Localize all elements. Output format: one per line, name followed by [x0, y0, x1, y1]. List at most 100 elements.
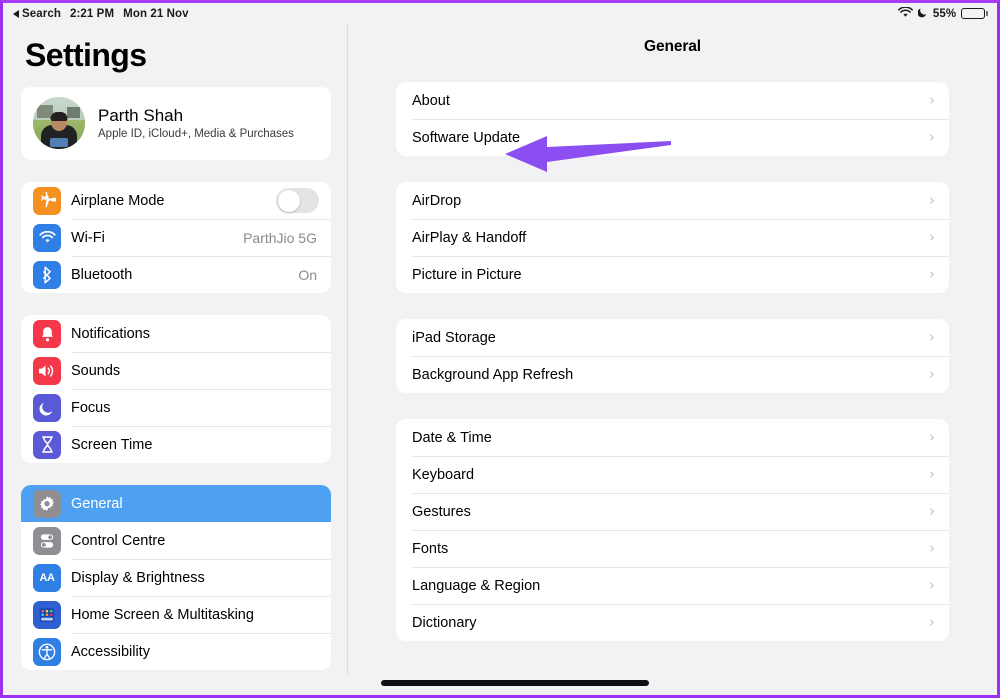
detail-row-label: Picture in Picture [412, 266, 522, 283]
detail-row-software-update[interactable]: Software Update › [396, 119, 949, 156]
home-indicator-area [3, 675, 997, 695]
chevron-right-icon: › [929, 228, 935, 246]
profile-name: Parth Shah [98, 106, 184, 125]
sidebar-item-general[interactable]: General [21, 485, 331, 522]
battery-icon [961, 7, 988, 20]
sidebar-item-label: Airplane Mode [71, 192, 165, 209]
detail-row-label: Date & Time [412, 429, 492, 446]
accessibility-icon [33, 637, 61, 666]
detail-row-label: AirDrop [412, 192, 462, 209]
back-label: Search [22, 7, 61, 20]
notification-bell-icon [33, 319, 61, 348]
back-arrow-icon [13, 9, 19, 18]
speaker-icon [33, 356, 61, 385]
detail-row-ipad-storage[interactable]: iPad Storage › [396, 319, 949, 356]
sidebar-item-bluetooth[interactable]: Bluetooth On [21, 256, 331, 293]
chevron-right-icon: › [929, 465, 935, 483]
hourglass-icon [33, 430, 61, 459]
status-date: Mon 21 Nov [123, 7, 189, 20]
chevron-right-icon: › [929, 91, 935, 109]
airplane-mode-toggle[interactable] [276, 188, 319, 213]
detail-row-label: Fonts [412, 540, 449, 557]
display-brightness-icon: AA [33, 563, 61, 592]
wifi-network-value: ParthJio 5G [243, 229, 317, 246]
ipad-settings-screenshot: Search 2:21 PM Mon 21 Nov 55% Settings P… [0, 0, 1000, 698]
general-detail-panel: General About › Software Update › AirDro… [348, 24, 997, 675]
detail-row-airplay-handoff[interactable]: AirPlay & Handoff › [396, 219, 949, 256]
do-not-disturb-icon [917, 6, 928, 21]
detail-group-about: About › Software Update › [396, 82, 949, 156]
detail-row-keyboard[interactable]: Keyboard › [396, 456, 949, 493]
detail-row-label: Language & Region [412, 577, 541, 594]
detail-row-fonts[interactable]: Fonts › [396, 530, 949, 567]
sidebar-item-label: Bluetooth [71, 266, 133, 283]
bluetooth-icon [33, 260, 61, 289]
wifi-icon [33, 223, 61, 252]
airplane-icon [33, 186, 61, 215]
sidebar-item-wifi[interactable]: Wi-Fi ParthJio 5G [21, 219, 331, 256]
page-title: Settings [25, 37, 147, 73]
home-screen-icon [33, 600, 61, 629]
detail-row-label: iPad Storage [412, 329, 496, 346]
sidebar-item-display-brightness[interactable]: AA Display & Brightness [21, 559, 331, 596]
chevron-right-icon: › [929, 428, 935, 446]
detail-row-label: Software Update [412, 129, 521, 146]
sidebar-item-label: Focus [71, 399, 111, 416]
home-indicator[interactable] [381, 680, 649, 686]
detail-row-label: Gestures [412, 503, 471, 520]
settings-sidebar: Settings Parth Shah Apple ID, iCloud+, M… [3, 24, 348, 675]
detail-row-dictionary[interactable]: Dictionary › [396, 604, 949, 641]
detail-row-label: Keyboard [412, 466, 475, 483]
sidebar-item-home-screen-multitasking[interactable]: Home Screen & Multitasking [21, 596, 331, 633]
sidebar-item-control-centre[interactable]: Control Centre [21, 522, 331, 559]
profile-subtitle: Apple ID, iCloud+, Media & Purchases [98, 128, 294, 140]
detail-row-gestures[interactable]: Gestures › [396, 493, 949, 530]
sidebar-item-airplane-mode[interactable]: Airplane Mode [21, 182, 331, 219]
chevron-right-icon: › [929, 613, 935, 631]
sidebar-group-alerts: Notifications Sounds Focus Screen Time [21, 315, 331, 463]
sidebar-group-system: General Control Centre AA Display & Brig… [21, 485, 331, 670]
sidebar-item-label: Home Screen & Multitasking [71, 606, 254, 623]
detail-panel-title: General [643, 38, 702, 55]
status-time: 2:21 PM [69, 7, 115, 20]
sidebar-item-label: Display & Brightness [71, 569, 205, 586]
status-bar: Search 2:21 PM Mon 21 Nov 55% [3, 3, 997, 24]
chevron-right-icon: › [929, 539, 935, 557]
detail-row-airdrop[interactable]: AirDrop › [396, 182, 949, 219]
chevron-right-icon: › [929, 328, 935, 346]
detail-group-storage: iPad Storage › Background App Refresh › [396, 319, 949, 393]
sidebar-item-focus[interactable]: Focus [21, 389, 331, 426]
bluetooth-state-value: On [298, 266, 317, 283]
sidebar-item-sounds[interactable]: Sounds [21, 352, 331, 389]
chevron-right-icon: › [929, 191, 935, 209]
sidebar-group-connectivity: Airplane Mode Wi-Fi ParthJio 5G Bluetoot… [21, 182, 331, 293]
sidebar-item-label: Accessibility [71, 643, 150, 660]
detail-row-picture-in-picture[interactable]: Picture in Picture › [396, 256, 949, 293]
battery-percent-label: 55% [932, 7, 957, 20]
sidebar-item-apple-id[interactable]: Parth Shah Apple ID, iCloud+, Media & Pu… [21, 87, 331, 160]
detail-row-date-time[interactable]: Date & Time › [396, 419, 949, 456]
gear-icon [33, 489, 61, 518]
chevron-right-icon: › [929, 128, 935, 146]
profile-text: Parth Shah Apple ID, iCloud+, Media & Pu… [98, 106, 294, 140]
detail-group-localization: Date & Time › Keyboard › Gestures › Font… [396, 419, 949, 641]
chevron-right-icon: › [929, 365, 935, 383]
detail-row-label: Dictionary [412, 614, 477, 631]
sidebar-item-screen-time[interactable]: Screen Time [21, 426, 331, 463]
detail-row-label: About [412, 92, 450, 109]
detail-row-label: Background App Refresh [412, 366, 574, 383]
sidebar-item-notifications[interactable]: Notifications [21, 315, 331, 352]
wifi-icon [897, 5, 913, 21]
sidebar-item-label: Notifications [71, 325, 150, 342]
detail-group-sharing: AirDrop › AirPlay & Handoff › Picture in… [396, 182, 949, 293]
sidebar-item-accessibility[interactable]: Accessibility [21, 633, 331, 670]
sidebar-item-label: Sounds [71, 362, 121, 379]
profile-group: Parth Shah Apple ID, iCloud+, Media & Pu… [21, 87, 331, 160]
control-centre-icon [33, 526, 61, 555]
back-to-search-button[interactable]: Search [13, 8, 61, 20]
detail-row-background-app-refresh[interactable]: Background App Refresh › [396, 356, 949, 393]
detail-row-about[interactable]: About › [396, 82, 949, 119]
detail-row-language-region[interactable]: Language & Region › [396, 567, 949, 604]
detail-row-label: AirPlay & Handoff [412, 229, 527, 246]
avatar [33, 97, 85, 149]
